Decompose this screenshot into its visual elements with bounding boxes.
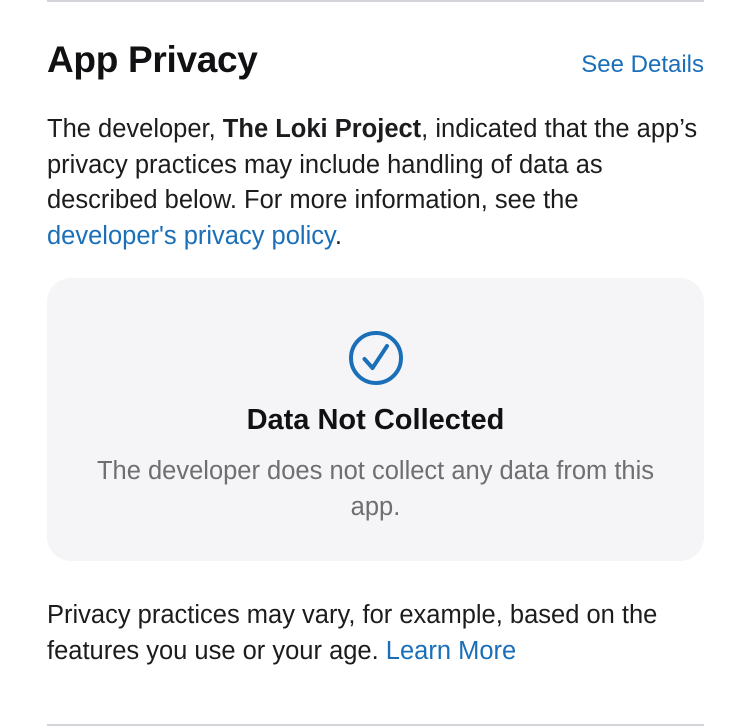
checkmark-circle-icon — [349, 331, 403, 385]
card-description: The developer does not collect any data … — [96, 457, 655, 521]
bottom-divider — [47, 724, 704, 726]
developer-name: The Loki Project — [222, 115, 422, 143]
footer-note: Privacy practices may vary, for example,… — [47, 598, 717, 669]
card-title: Data Not Collected — [246, 404, 505, 436]
privacy-policy-link[interactable]: developer's privacy policy — [47, 222, 335, 250]
intro-prefix: The developer, — [47, 115, 223, 143]
top-divider — [47, 0, 704, 2]
privacy-intro-text: The developer, The Loki Project, indicat… — [47, 112, 707, 254]
see-details-link[interactable]: See Details — [581, 50, 704, 80]
learn-more-link[interactable]: Learn More — [386, 637, 516, 665]
footer-text: Privacy practices may vary, for example,… — [47, 601, 658, 665]
section-title: App Privacy — [47, 39, 258, 80]
intro-suffix: . — [334, 221, 342, 250]
data-not-collected-card: Data Not Collected The developer does no… — [47, 278, 704, 561]
